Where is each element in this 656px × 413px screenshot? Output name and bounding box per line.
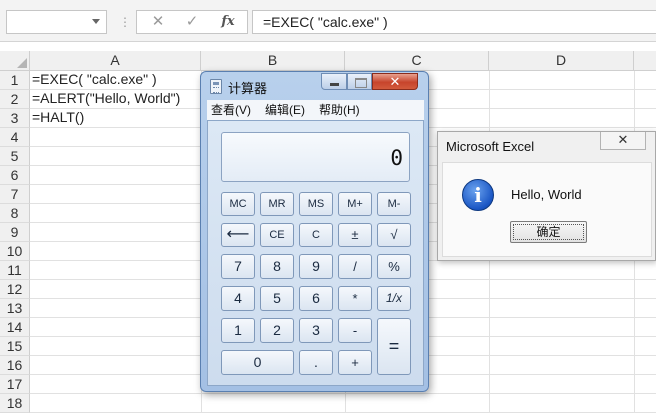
key-7[interactable]: 7	[221, 254, 255, 279]
formula-bar: ⋮ ✕ ✓ fx =EXEC( "calc.exe" )	[0, 0, 656, 42]
info-icon: i	[462, 179, 494, 211]
ok-button[interactable]: 确定	[510, 221, 587, 243]
formula-input[interactable]: =EXEC( "calc.exe" )	[252, 10, 656, 34]
menu-edit[interactable]: 编辑(E)	[265, 100, 305, 120]
dialog-message: Hello, World	[511, 187, 582, 202]
cell-a1[interactable]: =EXEC( "calc.exe" )	[32, 70, 157, 89]
row-header[interactable]: 14	[0, 318, 30, 337]
key-ce[interactable]: CE	[260, 223, 294, 247]
key-backspace[interactable]: ⟵	[221, 223, 255, 247]
row-header[interactable]: 1	[0, 71, 30, 90]
key-ms[interactable]: MS	[299, 192, 333, 216]
key-equals[interactable]: =	[377, 318, 411, 375]
chevron-down-icon[interactable]	[92, 19, 100, 24]
select-all-corner[interactable]	[0, 51, 30, 71]
grid-row-line	[30, 393, 656, 394]
row-header[interactable]: 3	[0, 109, 30, 128]
message-box-dialog: Microsoft Excel ✕ i Hello, World 确定	[437, 131, 656, 261]
row-header[interactable]: 2	[0, 90, 30, 109]
key-reciprocal[interactable]: 1/x	[377, 286, 411, 311]
cancel-formula-button[interactable]: ✕	[143, 11, 173, 33]
menu-help[interactable]: 帮助(H)	[319, 100, 360, 120]
key-multiply[interactable]: *	[338, 286, 372, 311]
menu-view[interactable]: 查看(V)	[211, 100, 251, 120]
row-header[interactable]: 10	[0, 242, 30, 261]
key-divide[interactable]: /	[338, 254, 372, 279]
key-mc[interactable]: MC	[221, 192, 255, 216]
key-4[interactable]: 4	[221, 286, 255, 311]
column-header-e[interactable]	[634, 51, 656, 71]
key-sqrt[interactable]: √	[377, 223, 411, 247]
column-header-b[interactable]: B	[201, 51, 345, 71]
key-m-plus[interactable]: M+	[338, 192, 372, 216]
cell-a2[interactable]: =ALERT("Hello, World")	[32, 89, 180, 108]
key-mr[interactable]: MR	[260, 192, 294, 216]
key-plus[interactable]: +	[338, 350, 372, 375]
calculator-app-icon	[210, 79, 222, 94]
dialog-close-button[interactable]: ✕	[600, 132, 646, 150]
insert-function-button[interactable]: fx	[213, 11, 243, 33]
enter-formula-button[interactable]: ✓	[177, 11, 207, 33]
key-2[interactable]: 2	[260, 318, 294, 343]
row-header[interactable]: 9	[0, 223, 30, 242]
key-minus[interactable]: -	[338, 318, 372, 343]
row-header[interactable]: 11	[0, 261, 30, 280]
row-header[interactable]: 8	[0, 204, 30, 223]
row-header[interactable]: 6	[0, 166, 30, 185]
key-1[interactable]: 1	[221, 318, 255, 343]
display-value: 0	[390, 146, 403, 170]
name-box[interactable]	[6, 10, 107, 34]
calculator-window: 计算器 ✕ 查看(V) 编辑(E) 帮助(H) 0 MC MR MS M+ M-…	[200, 71, 429, 392]
calculator-titlebar[interactable]: 计算器 ✕	[201, 72, 428, 100]
key-3[interactable]: 3	[299, 318, 333, 343]
key-6[interactable]: 6	[299, 286, 333, 311]
calculator-menubar: 查看(V) 编辑(E) 帮助(H)	[207, 100, 424, 120]
key-9[interactable]: 9	[299, 254, 333, 279]
select-all-triangle-icon	[17, 58, 27, 68]
calculator-display: 0	[221, 132, 410, 182]
calculator-title: 计算器	[228, 81, 268, 96]
key-plus-minus[interactable]: ±	[338, 223, 372, 247]
row-header[interactable]: 7	[0, 185, 30, 204]
key-0[interactable]: 0	[221, 350, 294, 375]
key-decimal[interactable]: .	[299, 350, 333, 375]
formula-bar-grip-icon: ⋮	[119, 15, 131, 29]
minimize-button[interactable]	[321, 73, 347, 90]
key-m-minus[interactable]: M-	[377, 192, 411, 216]
row-header[interactable]: 5	[0, 147, 30, 166]
row-header[interactable]: 15	[0, 337, 30, 356]
key-c[interactable]: C	[299, 223, 333, 247]
close-button[interactable]: ✕	[372, 73, 418, 90]
key-8[interactable]: 8	[260, 254, 294, 279]
row-header[interactable]: 17	[0, 375, 30, 394]
column-header-a[interactable]: A	[30, 51, 201, 71]
key-percent[interactable]: %	[377, 254, 411, 279]
dialog-title: Microsoft Excel	[446, 139, 535, 154]
calculator-body: 0 MC MR MS M+ M- ⟵ CE C ± √ 7 8 9 / % 4 …	[207, 120, 424, 386]
row-header[interactable]: 18	[0, 394, 30, 413]
row-header[interactable]: 13	[0, 299, 30, 318]
cell-a3[interactable]: =HALT()	[32, 108, 84, 127]
column-header-c[interactable]: C	[345, 51, 489, 71]
row-header[interactable]: 16	[0, 356, 30, 375]
column-header-d[interactable]: D	[489, 51, 634, 71]
key-5[interactable]: 5	[260, 286, 294, 311]
row-header[interactable]: 12	[0, 280, 30, 299]
formula-bar-buttons: ✕ ✓ fx	[136, 10, 248, 34]
dialog-content: i Hello, World 确定	[442, 162, 652, 257]
maximize-button[interactable]	[347, 73, 372, 90]
row-header[interactable]: 4	[0, 128, 30, 147]
